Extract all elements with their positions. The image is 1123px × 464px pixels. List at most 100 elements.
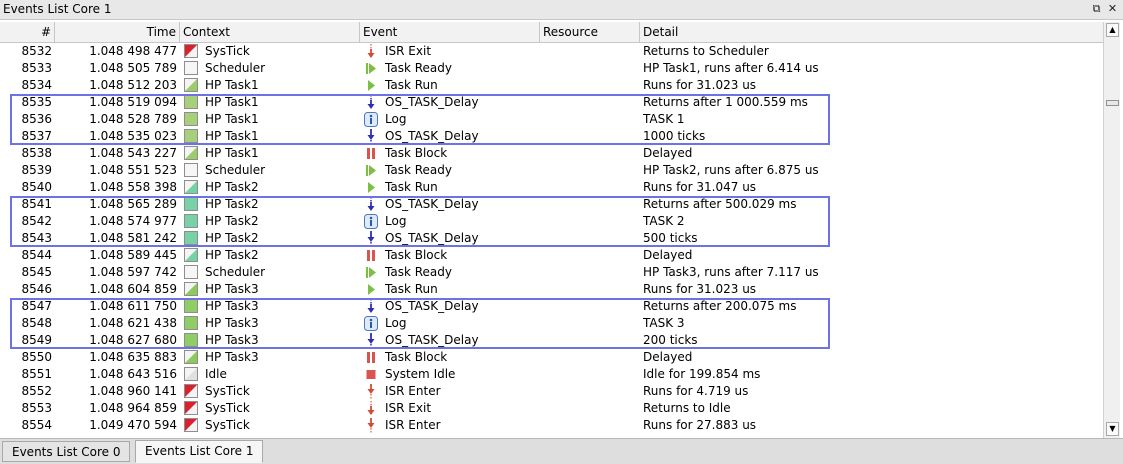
task-ready-icon	[364, 162, 378, 179]
row-time: 1.048 505 789	[89, 61, 177, 75]
table-row[interactable]: 8546 1.048 604 859 HP Task3 Task Run Runs fo…	[0, 281, 1103, 298]
row-context: SysTick	[205, 401, 250, 415]
row-context: Idle	[205, 367, 227, 381]
row-context: SysTick	[205, 418, 250, 432]
row-detail: Runs for 31.047 us	[643, 180, 757, 194]
highlight-box-task3	[10, 298, 830, 349]
row-number: 8540	[21, 180, 52, 194]
scheduler-icon	[184, 163, 198, 177]
row-context: HP Task3	[205, 350, 259, 364]
row-number: 8538	[21, 146, 52, 160]
row-event: Task Ready	[385, 61, 452, 75]
table-row[interactable]: 8544 1.048 589 445 HP Task2 Task Block Delay…	[0, 247, 1103, 264]
row-detail: Returns to Idle	[643, 401, 731, 415]
column-header-resource[interactable]: Resource	[540, 22, 640, 43]
systick-icon	[184, 44, 198, 58]
table-header: # Time Context Event Resource Detail	[0, 22, 1103, 43]
row-context: HP Task2	[205, 248, 259, 262]
row-event: Task Block	[385, 146, 448, 160]
row-number: 8534	[21, 78, 52, 92]
task-run-icon	[364, 281, 378, 298]
table-row[interactable]: 8533 1.048 505 789 Scheduler Task Ready HP T…	[0, 60, 1103, 77]
tab-events-list-core-1[interactable]: Events List Core 1	[135, 440, 264, 463]
task-block-icon	[364, 247, 378, 264]
task-ready-icon	[364, 60, 378, 77]
row-context: HP Task1	[205, 78, 259, 92]
vertical-scrollbar[interactable]: ▲ ▼	[1103, 22, 1120, 438]
column-header-context[interactable]: Context	[180, 22, 360, 43]
task-ready-icon	[364, 264, 378, 281]
tab-events-list-core-0[interactable]: Events List Core 0	[2, 441, 131, 462]
row-time: 1.048 589 445	[89, 248, 177, 262]
row-event: ISR Exit	[385, 44, 432, 58]
systick-icon	[184, 384, 198, 398]
window-titlebar: Events List Core 1 ⧉ ✕	[0, 0, 1123, 20]
scroll-up-button[interactable]: ▲	[1106, 23, 1119, 37]
row-number: 8545	[21, 265, 52, 279]
task-block-icon	[364, 145, 378, 162]
highlight-box-task2	[10, 196, 830, 247]
row-number: 8546	[21, 282, 52, 296]
row-detail: Runs for 31.023 us	[643, 78, 757, 92]
table-row[interactable]: 8551 1.048 643 516 Idle System Idle Idle for…	[0, 366, 1103, 383]
table-row[interactable]: 8553 1.048 964 859 SysTick ISR Exit Returns …	[0, 400, 1103, 417]
row-time: 1.048 543 227	[89, 146, 177, 160]
systick-icon	[184, 418, 198, 432]
task-run-icon	[364, 179, 378, 196]
column-header-event[interactable]: Event	[360, 22, 540, 43]
row-event: Task Run	[385, 78, 438, 92]
row-detail: Runs for 4.719 us	[643, 384, 749, 398]
task3-icon	[184, 350, 198, 364]
row-context: SysTick	[205, 384, 250, 398]
row-context: HP Task3	[205, 282, 259, 296]
row-detail: HP Task3, runs after 7.117 us	[643, 265, 819, 279]
scrollbar-thumb[interactable]	[1106, 100, 1119, 106]
column-header-num[interactable]: #	[0, 22, 55, 43]
row-detail: HP Task1, runs after 6.414 us	[643, 61, 819, 75]
table-row[interactable]: 8532 1.048 498 477 SysTick ISR Exit Returns …	[0, 43, 1103, 60]
row-context: SysTick	[205, 44, 250, 58]
task1-icon	[184, 78, 198, 92]
table-row[interactable]: 8534 1.048 512 203 HP Task1 Task Run Runs fo…	[0, 77, 1103, 94]
table-row[interactable]: 8550 1.048 635 883 HP Task3 Task Block Delay…	[0, 349, 1103, 366]
row-context: Scheduler	[205, 265, 266, 279]
row-detail: Idle for 199.854 ms	[643, 367, 761, 381]
close-icon[interactable]: ✕	[1106, 2, 1119, 16]
row-detail: Delayed	[643, 350, 693, 364]
table-row[interactable]: 8554 1.049 470 594 SysTick ISR Enter Runs fo…	[0, 417, 1103, 434]
row-detail: Runs for 27.883 us	[643, 418, 757, 432]
system-idle-icon	[364, 366, 378, 383]
table-row[interactable]: 8552 1.048 960 141 SysTick ISR Enter Runs fo…	[0, 383, 1103, 400]
row-context: Scheduler	[205, 61, 266, 75]
row-event: ISR Enter	[385, 418, 441, 432]
isr-exit-icon	[364, 43, 378, 60]
isr-exit-icon	[364, 400, 378, 417]
row-event: Task Ready	[385, 163, 452, 177]
highlight-box-task1	[10, 94, 830, 145]
table-row[interactable]: 8538 1.048 543 227 HP Task1 Task Block Delay…	[0, 145, 1103, 162]
column-header-time[interactable]: Time	[55, 22, 180, 43]
row-number: 8552	[21, 384, 52, 398]
row-detail: HP Task2, runs after 6.875 us	[643, 163, 819, 177]
window-title: Events List Core 1	[3, 2, 112, 16]
table-row[interactable]: 8539 1.048 551 523 Scheduler Task Ready HP T…	[0, 162, 1103, 179]
undock-icon[interactable]: ⧉	[1090, 2, 1103, 16]
table-row[interactable]: 8545 1.048 597 742 Scheduler Task Ready HP T…	[0, 264, 1103, 281]
column-header-detail[interactable]: Detail	[640, 22, 1103, 43]
row-time: 1.048 558 398	[89, 180, 177, 194]
scheduler-icon	[184, 265, 198, 279]
row-event: Task Ready	[385, 265, 452, 279]
row-number: 8554	[21, 418, 52, 432]
row-number: 8544	[21, 248, 52, 262]
scroll-down-button[interactable]: ▼	[1106, 422, 1119, 436]
row-time: 1.048 498 477	[89, 44, 177, 58]
task-block-icon	[364, 349, 378, 366]
row-detail: Returns to Scheduler	[643, 44, 769, 58]
row-detail: Runs for 31.023 us	[643, 282, 757, 296]
task3-icon	[184, 282, 198, 296]
idle-icon	[184, 367, 198, 381]
row-time: 1.048 512 203	[89, 78, 177, 92]
table-row[interactable]: 8540 1.048 558 398 HP Task2 Task Run Runs fo…	[0, 179, 1103, 196]
row-time: 1.048 551 523	[89, 163, 177, 177]
row-event: Task Run	[385, 282, 438, 296]
